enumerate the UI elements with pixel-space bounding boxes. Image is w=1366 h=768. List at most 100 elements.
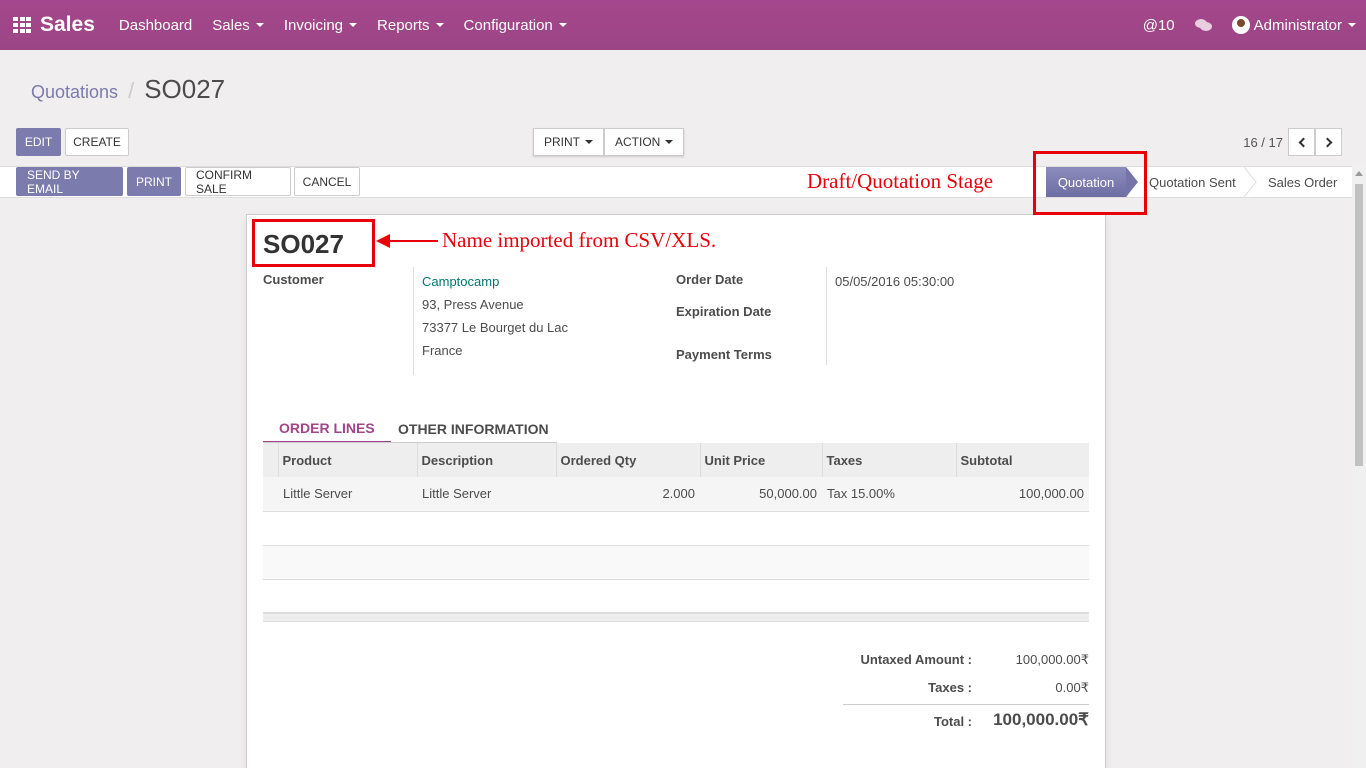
menu-configuration[interactable]: Configuration xyxy=(454,0,577,50)
print-dropdown[interactable]: Print xyxy=(533,128,604,156)
menu-sales-label: Sales xyxy=(212,16,250,34)
divider xyxy=(413,267,414,375)
avatar xyxy=(1231,16,1250,34)
chevron-left-icon xyxy=(1298,137,1308,147)
menu-invoicing-label: Invoicing xyxy=(283,16,344,34)
menu-sales[interactable]: Sales xyxy=(202,0,274,50)
mentions-indicator[interactable]: @10 xyxy=(1133,0,1185,50)
annotation-arrow-head-icon xyxy=(376,234,390,248)
annotation-name-box xyxy=(252,219,375,267)
taxes-value: 0.00₹ xyxy=(1055,680,1089,695)
cell-product[interactable]: Little Server xyxy=(278,477,417,512)
column-header-product[interactable]: Product xyxy=(278,443,418,477)
cell-ordered-qty[interactable]: 2.000 xyxy=(556,477,700,512)
order-lines-table: Product Description Ordered Qty Unit Pri… xyxy=(263,443,1089,614)
table-header-row: Product Description Ordered Qty Unit Pri… xyxy=(263,443,1089,477)
create-button[interactable]: Create xyxy=(65,128,129,156)
address-line: 93, Press Avenue xyxy=(422,297,524,312)
menu-invoicing[interactable]: Invoicing xyxy=(274,0,367,50)
cell-unit-price[interactable]: 50,000.00 xyxy=(700,477,822,512)
scroll-thumb[interactable] xyxy=(1355,184,1363,466)
app-switcher[interactable]: Sales xyxy=(13,0,109,50)
sidebar-menus: Print Action xyxy=(533,128,685,156)
annotation-stage-text: Draft/Quotation Stage xyxy=(807,169,994,193)
order-date-value[interactable]: 05/05/2016 05:30:00 xyxy=(835,274,954,289)
breadcrumb-quotations[interactable]: Quotations xyxy=(31,82,118,103)
navbar-right: @10 Administrator xyxy=(1133,0,1356,50)
cancel-button[interactable]: Cancel xyxy=(294,167,360,196)
tab-other-information[interactable]: Other Information xyxy=(382,415,565,443)
taxes-label: Taxes : xyxy=(928,680,972,695)
pager-next-button[interactable] xyxy=(1315,128,1342,156)
stage-sales-order[interactable]: Sales Order xyxy=(1268,167,1337,197)
statusbar: Send by Email Print Confirm Sale Cancel … xyxy=(0,166,1352,198)
total-value: 100,000.00₹ xyxy=(993,710,1089,729)
column-header-subtotal[interactable]: Subtotal xyxy=(956,443,1089,477)
scroll-up-icon[interactable] xyxy=(1355,171,1363,176)
payment-terms-label: Payment Terms xyxy=(676,347,772,362)
untaxed-amount-value: 100,000.00₹ xyxy=(1015,652,1089,667)
action-dropdown-label: Action xyxy=(615,135,661,149)
caret-down-icon xyxy=(255,23,264,27)
totals-divider xyxy=(843,704,1089,705)
apps-grid-icon[interactable] xyxy=(13,17,31,33)
cell-taxes[interactable]: Tax 15.00% xyxy=(822,477,956,512)
confirm-sale-button[interactable]: Confirm Sale xyxy=(185,167,291,196)
column-header-unit-price[interactable]: Unit Price xyxy=(700,443,823,477)
pager-value[interactable]: 16 / 17 xyxy=(1243,135,1283,150)
stage-quotation-sent[interactable]: Quotation Sent xyxy=(1149,167,1236,197)
customer-label: Customer xyxy=(263,272,324,287)
action-dropdown[interactable]: Action xyxy=(604,128,685,156)
chevron-right-icon xyxy=(1322,137,1332,147)
chat-icon xyxy=(1194,18,1212,32)
caret-down-icon xyxy=(665,140,674,144)
menu-dashboard[interactable]: Dashboard xyxy=(109,0,202,50)
column-header-ordered-qty[interactable]: Ordered Qty xyxy=(556,443,701,477)
tab-order-lines[interactable]: Order Lines xyxy=(263,415,391,443)
cell-subtotal[interactable]: 100,000.00 xyxy=(956,477,1089,512)
caret-down-icon xyxy=(1348,23,1356,27)
table-row-empty xyxy=(263,545,1089,580)
edit-button[interactable]: Edit xyxy=(16,128,61,156)
send-by-email-button[interactable]: Send by Email xyxy=(16,167,123,196)
caret-down-icon xyxy=(349,23,358,27)
page-title: SO027 xyxy=(144,74,226,104)
menu-configuration-label: Configuration xyxy=(463,16,553,34)
expiration-date-label: Expiration Date xyxy=(676,304,772,319)
chat-button[interactable] xyxy=(1185,0,1222,50)
print-dropdown-label: Print xyxy=(544,135,580,149)
user-menu[interactable]: Administrator xyxy=(1222,0,1356,50)
table-row-empty xyxy=(263,579,1089,614)
caret-down-icon xyxy=(558,23,567,27)
order-date-label: Order Date xyxy=(676,272,744,287)
table-footer xyxy=(263,612,1089,622)
divider xyxy=(826,267,827,365)
menu-dashboard-label: Dashboard xyxy=(118,16,193,34)
breadcrumb-separator: / xyxy=(128,78,135,103)
annotation-stage-box xyxy=(1033,151,1147,215)
untaxed-amount-label: Untaxed Amount : xyxy=(860,652,972,667)
mentions-count: @10 xyxy=(1142,16,1175,34)
annotation-name-text: Name imported from CSV/XLS. xyxy=(442,228,717,252)
column-header-description[interactable]: Description xyxy=(417,443,557,477)
top-navbar: Sales Dashboard Sales Invoicing Reports … xyxy=(0,0,1366,50)
table-row-empty xyxy=(263,511,1089,546)
pager: 16 / 17 xyxy=(1243,128,1342,156)
caret-down-icon xyxy=(585,140,593,144)
scrollbar[interactable] xyxy=(1352,166,1366,768)
user-name: Administrator xyxy=(1253,16,1342,34)
pager-previous-button[interactable] xyxy=(1288,128,1315,156)
address-line: 73377 Le Bourget du Lac xyxy=(422,320,569,335)
address-line: France xyxy=(422,343,463,358)
menu-reports[interactable]: Reports xyxy=(367,0,454,50)
caret-down-icon xyxy=(435,23,444,27)
app-brand[interactable]: Sales xyxy=(40,13,95,37)
table-row[interactable]: Little Server Little Server 2.000 50,000… xyxy=(263,477,1089,512)
print-button[interactable]: Print xyxy=(127,167,181,196)
column-header-taxes[interactable]: Taxes xyxy=(822,443,957,477)
cell-description[interactable]: Little Server xyxy=(417,477,556,512)
stage-separator xyxy=(1244,167,1257,197)
total-label: Total : xyxy=(933,714,972,729)
customer-link[interactable]: Camptocamp xyxy=(422,274,499,289)
handle-column xyxy=(263,443,279,477)
